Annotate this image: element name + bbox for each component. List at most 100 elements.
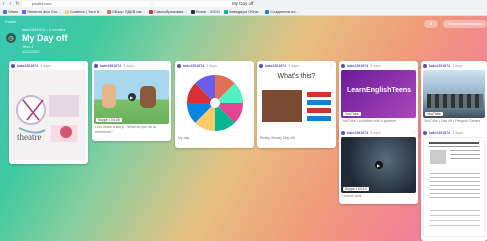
play-icon[interactable]: ▶: [374, 161, 383, 169]
bookmark-item[interactable]: Самообразован...: [148, 9, 187, 14]
post-caption: Let's make a story! - What do you do at …: [95, 125, 156, 134]
bookmark-item[interactable]: Заведиум Обна...: [223, 9, 261, 14]
board-header: ◷ kate2391974 • 4 months My Day off Year…: [6, 27, 68, 54]
post-time: 3 days: [452, 130, 463, 135]
post-caption: YouTube • Activities with a speaker: [342, 119, 397, 123]
post-card[interactable]: kate2391974 3 days ⋮ theatre: [9, 61, 88, 164]
board-author: kate2391974 • 4 months: [22, 27, 66, 32]
post-header: kate2391974 3 days: [421, 128, 487, 137]
post-author: kate2391974: [429, 130, 451, 135]
video-badge: Skype • 03:25: [96, 118, 122, 122]
board-title: My Day off: [22, 33, 68, 43]
bookmark-item[interactable]: Создатели по...: [265, 9, 299, 14]
post-video[interactable]: YouTube: [423, 70, 485, 118]
search-button[interactable]: ⌕: [424, 20, 438, 28]
post-author: kate2391974: [347, 130, 369, 135]
avatar: [259, 63, 263, 68]
bookmark-icon: [265, 9, 270, 14]
post-header: kate2391974 3 days ⋮: [175, 61, 254, 70]
more-icon[interactable]: ⋮: [330, 63, 334, 68]
back-icon[interactable]: ‹: [0, 1, 7, 7]
post-video[interactable]: ▶ Skype • 03:25: [94, 70, 169, 124]
reload-icon[interactable]: ↻: [14, 1, 21, 7]
post-video[interactable]: ▶ Skype • 03:14: [341, 137, 416, 193]
post-card[interactable]: kate2391974 3 days ⋮ My day: [175, 61, 254, 148]
post-time: 3 days: [123, 63, 134, 68]
post-image[interactable]: What's this?: [259, 70, 334, 135]
post-time: 3 days: [288, 63, 299, 68]
more-icon[interactable]: ⋮: [165, 63, 169, 68]
remake-button[interactable]: Переиспользовать: [443, 20, 487, 28]
post-author: kate2391974: [100, 63, 122, 68]
bookmark-icon: [148, 9, 153, 14]
post-author: kate2391974: [183, 63, 205, 68]
post-image[interactable]: LearnEnglishTeens YouTube: [341, 70, 416, 118]
bookmark-item[interactable]: Seminar aka Gro...: [22, 9, 61, 14]
theatre-text: theatre: [17, 132, 42, 142]
avatar: [11, 63, 15, 68]
post-image[interactable]: theatre: [11, 70, 86, 160]
padlet-board: Padlet ◷ kate2391974 • 4 months My Day o…: [0, 16, 487, 241]
bookmark-icon: [223, 9, 228, 14]
post-header: kate2391974 3 days ⋮: [339, 61, 418, 70]
post-time: 3 days: [370, 63, 381, 68]
bookmark-item[interactable]: Vifam: [3, 9, 18, 14]
board-date: 11/2/2022: [22, 49, 40, 54]
bookmark-icon: [3, 9, 7, 14]
bookmark-item[interactable]: ОБзор ПДКВ им...: [106, 9, 145, 14]
play-icon[interactable]: ▶: [127, 93, 136, 101]
more-icon[interactable]: ⋮: [412, 63, 416, 68]
post-time: 3 days: [206, 63, 217, 68]
video-badge: Skype • 03:14: [343, 187, 369, 191]
youtube-badge: YouTube: [343, 112, 361, 116]
youtube-badge: YouTube: [425, 112, 443, 116]
post-image[interactable]: [177, 70, 252, 135]
avatar: [177, 63, 181, 68]
avatar: [423, 63, 427, 68]
forward-icon[interactable]: ›: [7, 1, 14, 7]
quiz-title: What's this?: [277, 73, 316, 80]
bookmarks-bar: Vifam Seminar aka Gro... Cxatena | Your …: [0, 7, 487, 16]
address-bar[interactable]: padlet.com: [22, 0, 252, 7]
padlet-logo[interactable]: Padlet: [5, 19, 16, 24]
post-card[interactable]: kate2391974 3 days ⋮ LearnEnglishTeens Y…: [339, 61, 418, 138]
post-header: kate2391974 3 days ⋮: [257, 61, 336, 70]
post-time: 3 days: [370, 130, 381, 135]
post-caption: YouTube • Day off • Penguin Games: [424, 119, 481, 123]
post-document[interactable]: [423, 137, 485, 237]
post-card[interactable]: kate2391974 3 days YouTube YouTube • Day…: [421, 61, 487, 138]
brand-text: LearnEnglishTeens: [347, 87, 412, 94]
post-card[interactable]: kate2391974 3 days ⋮ ▶ Skype • 03:25 Let…: [92, 61, 171, 141]
bookmark-item[interactable]: Home - VIGO: [190, 9, 220, 14]
post-header: kate2391974 3 days: [421, 61, 487, 70]
spin-wheel-icon: [186, 74, 243, 131]
post-author: kate2391974: [17, 63, 39, 68]
avatar: [341, 130, 345, 135]
post-header: kate2391974 3 days ⋮: [92, 61, 171, 70]
more-icon[interactable]: ⋮: [248, 63, 252, 68]
theatre-illustration: [16, 95, 79, 142]
search-icon: ⌕: [429, 21, 433, 27]
post-caption: Ready Steady Day off!: [260, 136, 295, 140]
avatar: [423, 130, 427, 135]
post-card[interactable]: kate2391974 3 days ⋮ ▶ Skype • 03:14 Lex…: [339, 128, 418, 204]
post-caption: Lexicon quiz: [342, 194, 362, 198]
bookmark-item[interactable]: Cxatena | Your tr...: [64, 9, 103, 14]
bookmark-icon: [22, 9, 27, 14]
more-icon[interactable]: ⋮: [412, 130, 416, 135]
avatar: [94, 63, 98, 68]
more-icon[interactable]: ⋮: [82, 63, 86, 68]
bookmark-icon: [64, 9, 69, 14]
post-header: kate2391974 3 days ⋮: [9, 61, 88, 70]
tab-title[interactable]: My Day off: [232, 1, 253, 6]
post-card[interactable]: kate2391974 3 days: [421, 128, 487, 241]
post-author: kate2391974: [265, 63, 287, 68]
post-author: kate2391974: [429, 63, 451, 68]
post-time: 3 days: [40, 63, 51, 68]
post-header: kate2391974 3 days ⋮: [339, 128, 418, 137]
post-time: 3 days: [452, 63, 463, 68]
post-caption: My day: [178, 136, 190, 140]
post-card[interactable]: kate2391974 3 days ⋮ What's this? Ready …: [257, 61, 336, 148]
bookmark-icon: [106, 9, 111, 14]
post-author: kate2391974: [347, 63, 369, 68]
